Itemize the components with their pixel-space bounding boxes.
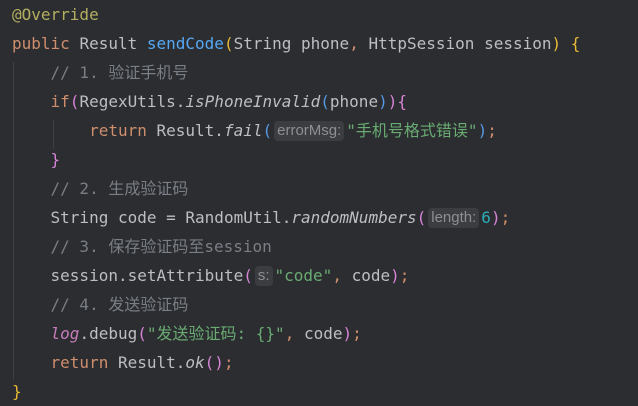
code-line-7[interactable]: // 2. 生成验证码 [12, 174, 189, 203]
paren: ) [390, 266, 400, 285]
brace: { [570, 34, 581, 53]
type: Result [79, 34, 138, 53]
paren: ( [320, 92, 330, 111]
brace: } [50, 150, 61, 169]
semicolon: ; [500, 208, 511, 227]
parameter-hint: s: [254, 266, 273, 286]
comment: // 2. 生成验证码 [50, 179, 189, 198]
code-line-2[interactable]: public Result sendCode(String phone, Htt… [12, 29, 580, 58]
paren: ( [243, 266, 253, 285]
code-line-11[interactable]: // 4. 发送验证码 [12, 290, 189, 319]
method-name: setAttribute [127, 266, 244, 285]
variable: code [351, 266, 391, 285]
code-line-14[interactable]: } [12, 377, 22, 406]
keyword: if [50, 92, 70, 111]
class-name: Result [156, 121, 215, 140]
code-line-3[interactable]: // 1. 验证手机号 [12, 58, 189, 87]
variable: code [117, 208, 157, 227]
keyword: return [89, 121, 147, 140]
comma: , [332, 266, 342, 285]
paren: ( [69, 92, 80, 111]
method-name: randomNumbers [291, 208, 417, 227]
code-line-9[interactable]: // 3. 保存验证码至session [12, 232, 272, 261]
keyword: public [12, 34, 70, 53]
param: session [484, 34, 552, 53]
class-name: RegexUtils [79, 92, 176, 111]
paren: ) [551, 34, 562, 53]
paren: () [204, 353, 224, 372]
comment: // 3. 保存验证码至session [50, 237, 272, 256]
code-line-10[interactable]: session.setAttribute(s: "code", code); [12, 261, 409, 290]
param: phone [329, 92, 379, 111]
paren: ( [416, 208, 427, 227]
brace: { [397, 92, 407, 111]
method-name: ok [185, 353, 205, 372]
class-name: RandomUtil [185, 208, 282, 227]
variable: code [303, 324, 343, 343]
class-name: Result [117, 353, 176, 372]
method-name: fail [223, 121, 263, 140]
code-line-1[interactable]: @Override [12, 0, 99, 29]
code-line-12[interactable]: log.debug("发送验证码: {}", code); [12, 319, 362, 348]
field-name: log [50, 324, 80, 343]
comma: , [349, 34, 359, 53]
parameter-hint: length: [428, 208, 480, 228]
paren: ) [490, 208, 501, 227]
parameter-hint: errorMsg: [274, 121, 345, 141]
paren: ( [137, 324, 147, 343]
type: String [50, 208, 109, 227]
string-literal: "手机号格式错误" [346, 121, 478, 140]
param: phone [301, 34, 350, 53]
method-name: debug [89, 324, 138, 343]
paren: ) [342, 324, 353, 343]
comma: , [284, 324, 295, 343]
code-line-4[interactable]: if(RegexUtils.isPhoneInvalid(phone)){ [12, 87, 407, 116]
brace: } [12, 382, 22, 401]
type: String [233, 34, 292, 53]
semicolon: ; [399, 266, 410, 285]
variable: session [50, 266, 118, 285]
paren: ( [262, 121, 273, 140]
paren: ) [387, 92, 398, 111]
string-literal: "code" [274, 266, 333, 285]
semicolon: ; [223, 353, 234, 372]
string-literal: "发送验证码: {}" [146, 324, 285, 343]
code-line-5[interactable]: return Result.fail(errorMsg: "手机号格式错误"); [12, 116, 497, 145]
code-line-6[interactable]: } [12, 145, 61, 174]
method-name: isPhoneInvalid [185, 92, 321, 111]
code-line-13[interactable]: return Result.ok(); [12, 348, 234, 377]
comment: // 1. 验证手机号 [50, 63, 189, 82]
paren: ( [223, 34, 234, 53]
code-line-8[interactable]: String code = RandomUtil.randomNumbers(l… [12, 203, 510, 232]
type: HttpSession [368, 34, 475, 53]
method-name: sendCode [146, 34, 224, 53]
paren: ) [378, 92, 388, 111]
keyword: return [50, 353, 109, 372]
semicolon: ; [352, 324, 362, 343]
annotation: @Override [12, 5, 99, 24]
semicolon: ; [487, 121, 497, 140]
code-editor[interactable]: @Override public Result sendCode(String … [0, 0, 638, 403]
paren: ) [477, 121, 488, 140]
comment: // 4. 发送验证码 [50, 295, 189, 314]
number-literal: 6 [481, 208, 491, 227]
